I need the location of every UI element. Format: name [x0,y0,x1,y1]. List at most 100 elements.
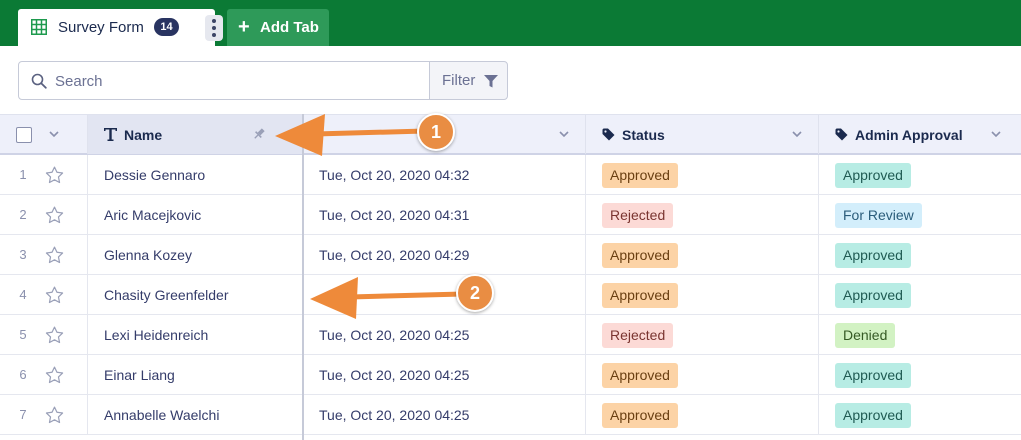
column-header-status[interactable]: Status [586,115,819,154]
date-text: Tue, Oct 20, 2020 04:31 [319,207,470,223]
star-icon[interactable] [45,206,64,224]
row-number: 2 [19,207,27,222]
name-cell[interactable]: Annabelle Waelchi [88,395,303,435]
name-cell[interactable]: Aric Macejkovic [88,195,303,235]
table-row[interactable]: 1 Dessie Gennaro Tue, Oct 20, 2020 04:32… [0,155,1021,195]
chevron-down-icon[interactable] [991,129,1001,139]
name-text: Dessie Gennaro [104,167,206,183]
name-cell[interactable]: Dessie Gennaro [88,155,303,195]
name-cell[interactable]: Einar Liang [88,355,303,395]
star-icon[interactable] [45,166,64,184]
filter-label: Filter [442,72,476,89]
plus-icon: + [238,16,250,38]
table-row[interactable]: 5 Lexi Heidenreich Tue, Oct 20, 2020 04:… [0,315,1021,355]
name-text: Lexi Heidenreich [104,327,209,343]
star-icon[interactable] [45,286,64,304]
status-cell[interactable]: Approved [586,155,819,195]
select-all-header [0,115,88,154]
date-cell[interactable]: Tue, Oct 20, 2020 04:31 [303,195,586,235]
search-icon [31,73,47,89]
column-label-name: Name [124,127,163,143]
tag-icon [602,128,615,141]
date-text: Tue, Oct 20, 2020 04:25 [319,327,470,343]
status-badge: Approved [602,363,678,388]
name-text: Annabelle Waelchi [104,407,220,423]
tab-survey-form[interactable]: Survey Form 14 [18,9,223,46]
table-row[interactable]: 4 Chasity Greenfelder Approved Approved [0,275,1021,315]
funnel-icon [484,75,498,88]
status-cell[interactable]: Rejected [586,195,819,235]
column-label-status: Status [622,127,665,143]
column-header-name[interactable]: Name [88,115,303,154]
admin-approval-cell[interactable]: Approved [819,155,1021,195]
admin-approval-badge: Approved [835,283,911,308]
date-text: Tue, Oct 20, 2020 04:25 [319,407,470,423]
pin-icon[interactable] [252,127,266,141]
star-icon[interactable] [45,406,64,424]
status-badge: Approved [602,283,678,308]
filter-button[interactable]: Filter [429,61,508,100]
row-controls-cell: 2 [0,195,88,235]
name-cell[interactable]: Lexi Heidenreich [88,315,303,355]
table-row[interactable]: 7 Annabelle Waelchi Tue, Oct 20, 2020 04… [0,395,1021,435]
row-controls-cell: 6 [0,355,88,395]
search-box [18,61,430,100]
add-tab-button[interactable]: + Add Tab [227,9,329,46]
status-cell[interactable]: Approved [586,235,819,275]
row-number: 6 [19,367,27,382]
toolbar: Filter [0,46,1021,114]
submissions-table: Name Status Admin Approval 1 Dessie Genn… [0,114,1021,440]
status-badge: Approved [602,163,678,188]
name-cell[interactable]: Glenna Kozey [88,235,303,275]
status-badge: Approved [602,403,678,428]
table-grid-icon [31,19,47,35]
chevron-down-icon[interactable] [49,129,59,139]
date-cell[interactable] [303,275,586,315]
row-controls-cell: 3 [0,235,88,275]
add-tab-label: Add Tab [260,19,319,36]
chevron-down-icon[interactable] [792,129,802,139]
frozen-column-divider [302,114,304,440]
status-cell[interactable]: Approved [586,275,819,315]
admin-approval-badge: Approved [835,363,911,388]
column-header-admin-approval[interactable]: Admin Approval [819,115,1021,154]
date-text: Tue, Oct 20, 2020 04:29 [319,247,470,263]
table-row[interactable]: 2 Aric Macejkovic Tue, Oct 20, 2020 04:3… [0,195,1021,235]
date-cell[interactable]: Tue, Oct 20, 2020 04:32 [303,155,586,195]
table-row[interactable]: 3 Glenna Kozey Tue, Oct 20, 2020 04:29 A… [0,235,1021,275]
admin-approval-cell[interactable]: Denied [819,315,1021,355]
status-badge: Rejected [602,203,674,228]
status-badge: Approved [602,243,678,268]
name-text: Glenna Kozey [104,247,192,263]
admin-approval-cell[interactable]: Approved [819,275,1021,315]
status-cell[interactable]: Rejected [586,315,819,355]
date-cell[interactable]: Tue, Oct 20, 2020 04:25 [303,395,586,435]
name-cell[interactable]: Chasity Greenfelder [88,275,303,315]
date-cell[interactable]: Tue, Oct 20, 2020 04:29 [303,235,586,275]
table-row[interactable]: 6 Einar Liang Tue, Oct 20, 2020 04:25 Ap… [0,355,1021,395]
row-number: 7 [19,407,27,422]
star-icon[interactable] [45,366,64,384]
table-header: Name Status Admin Approval [0,114,1021,155]
status-cell[interactable]: Approved [586,355,819,395]
admin-approval-badge: Approved [835,243,911,268]
star-icon[interactable] [45,326,64,344]
admin-approval-cell[interactable]: For Review [819,195,1021,235]
admin-approval-cell[interactable]: Approved [819,355,1021,395]
chevron-down-icon[interactable] [559,129,569,139]
search-input[interactable] [55,71,415,91]
row-number: 5 [19,327,27,342]
tab-options-kebab-icon[interactable] [205,15,223,41]
date-cell[interactable]: Tue, Oct 20, 2020 04:25 [303,355,586,395]
status-cell[interactable]: Approved [586,395,819,435]
name-text: Aric Macejkovic [104,207,202,223]
date-cell[interactable]: Tue, Oct 20, 2020 04:25 [303,315,586,355]
select-all-checkbox[interactable] [16,127,32,143]
admin-approval-cell[interactable]: Approved [819,395,1021,435]
star-icon[interactable] [45,246,64,264]
admin-approval-badge: Approved [835,163,911,188]
column-label-admin-approval: Admin Approval [855,127,963,143]
row-controls-cell: 5 [0,315,88,355]
admin-approval-cell[interactable]: Approved [819,235,1021,275]
name-text: Einar Liang [104,367,175,383]
